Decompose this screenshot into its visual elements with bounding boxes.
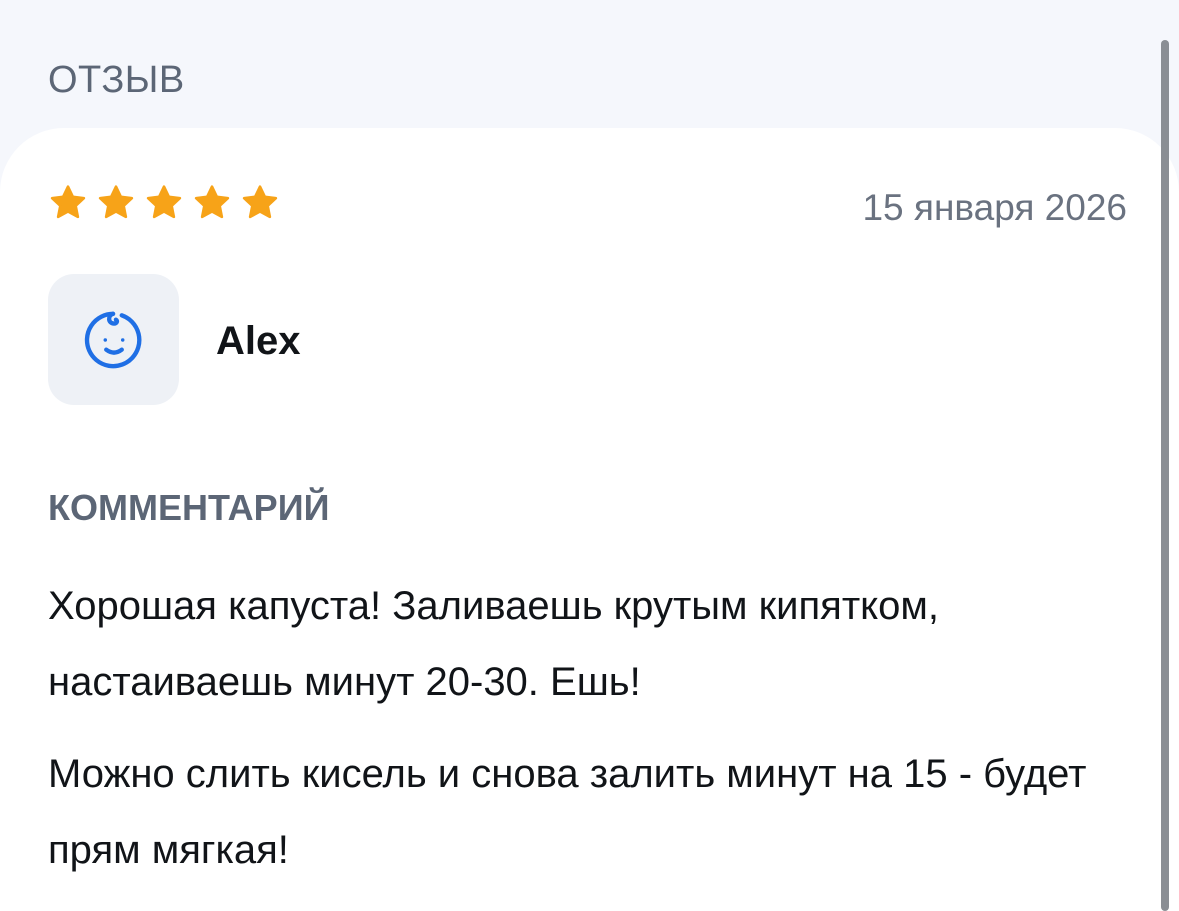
star-icon — [146, 185, 182, 219]
star-icon — [242, 185, 278, 219]
star-icon — [50, 185, 86, 219]
author-name: Alex — [216, 319, 301, 363]
comment-label: КОММЕНТАРИЙ — [48, 487, 330, 528]
review-date: 15 января 2026 — [862, 187, 1127, 228]
comment-paragraph: Можно слить кисель и снова залить минут … — [48, 752, 1087, 872]
rating-stars — [48, 183, 280, 223]
comment-paragraph: Хорошая капуста! Заливаешь крутым кипятк… — [48, 584, 939, 704]
baby-face-icon — [84, 311, 141, 368]
section-title: ОТЗЫВ — [48, 59, 185, 101]
avatar — [48, 274, 179, 405]
star-icon — [194, 185, 230, 219]
scrollbar[interactable] — [1161, 40, 1169, 911]
star-icon — [98, 185, 134, 219]
